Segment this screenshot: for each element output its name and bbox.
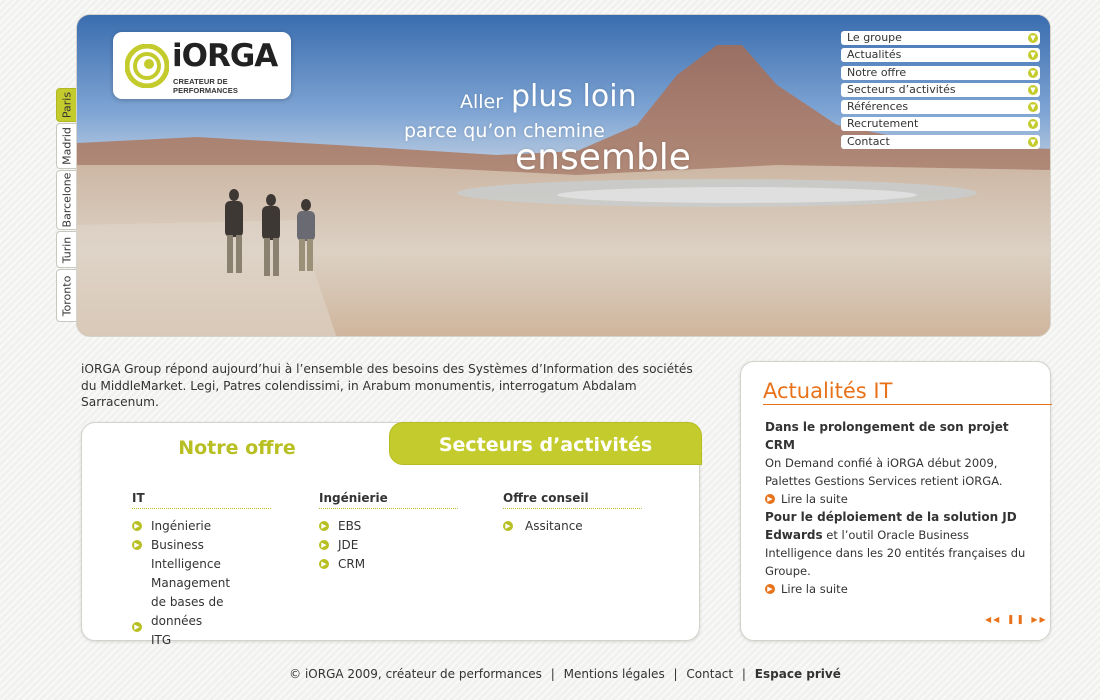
offer-link-label: JDE <box>338 538 359 552</box>
slogan-line3: ensemble <box>515 137 691 178</box>
next-icon[interactable]: ▶▶ <box>1031 615 1047 624</box>
pause-icon[interactable]: ❚❚ <box>1007 615 1026 625</box>
footer-copyright: © iORGA 2009, créateur de performances <box>289 667 542 681</box>
read-more-label: Lire la suite <box>781 492 848 506</box>
arrow-right-icon: ▶ <box>765 494 775 504</box>
logo-tagline: CREATEUR DE PERFORMANCES <box>173 77 238 95</box>
offer-link-crm[interactable]: ▶ CRM <box>319 555 458 574</box>
intro-text: iORGA Group répond aujourd’hui à l’ensem… <box>81 362 693 409</box>
previous-icon[interactable]: ◀◀ <box>985 615 1001 624</box>
offer-link-bi[interactable]: ▶ Business Intelligence <box>132 536 271 574</box>
arrow-bullet-icon: ▶ <box>132 521 142 531</box>
nav-item-label: Actualités <box>847 48 902 62</box>
offer-link-label: EBS <box>338 519 362 533</box>
tab-notre-offre[interactable]: Notre offre <box>82 423 392 466</box>
offer-link-label: ITG <box>151 633 172 647</box>
news-item: Pour le déploiement de la solution JD Ed… <box>765 508 1035 598</box>
column-title: Ingénierie <box>319 491 458 509</box>
city-tab-label: Madrid <box>60 127 73 165</box>
city-tab-madrid[interactable]: Madrid <box>56 123 76 169</box>
news-item: Dans le prolongement de son projet CRM O… <box>765 418 1035 508</box>
read-more-label: Lire la suite <box>781 582 848 596</box>
nav-item-actualites[interactable]: Actualités ▼ <box>841 48 1040 63</box>
main-nav: Le groupe ▼ Actualités ▼ Notre offre ▼ Sect… <box>841 31 1040 152</box>
arrow-bullet-icon: ▶ <box>319 540 329 550</box>
arrow-bullet-icon: ▶ <box>503 521 513 531</box>
footer-separator: | <box>550 667 555 681</box>
offer-link-management[interactable]: ▶ Management de bases de données <box>132 574 271 632</box>
nav-item-label: Notre offre <box>847 65 907 79</box>
offer-link-assistance[interactable]: ▶ Assitance <box>503 517 642 536</box>
city-tab-paris[interactable]: Paris <box>56 88 76 122</box>
tab-secteurs-activites[interactable]: Secteurs d’activités <box>389 422 702 465</box>
nav-item-references[interactable]: Références ▼ <box>841 100 1040 115</box>
footer-link-legal[interactable]: Mentions légales <box>564 667 665 681</box>
city-tab-label: Turin <box>60 236 73 263</box>
nav-item-label: Recrutement <box>847 117 919 131</box>
column-title: IT <box>132 491 271 509</box>
footer: © iORGA 2009, créateur de performances |… <box>0 667 1100 681</box>
offer-link-jde[interactable]: ▶ JDE <box>319 536 458 555</box>
offer-link-label: Ingénierie <box>151 519 212 533</box>
footer-link-contact[interactable]: Contact <box>686 667 733 681</box>
arrow-right-icon: ▶ <box>765 584 775 594</box>
offer-link-label: Assitance <box>525 519 583 533</box>
city-tab-label: Paris <box>60 91 73 119</box>
offer-link-ebs[interactable]: ▶ EBS <box>319 517 458 536</box>
logo-name: iORGA <box>172 38 278 74</box>
logo[interactable]: iORGA CREATEUR DE PERFORMANCES <box>113 32 291 99</box>
offer-link-label: CRM <box>338 557 366 571</box>
read-more-link[interactable]: ▶ Lire la suite <box>765 580 1035 598</box>
slogan-line1a: Aller <box>460 91 504 113</box>
offer-panel: Notre offre Secteurs d’activités IT ▶ Ing… <box>81 422 702 647</box>
footer-separator: | <box>673 667 678 681</box>
news-headline[interactable]: Dans le prolongement de son projet CRM <box>765 420 1009 452</box>
offer-column-ingenierie: Ingénierie ▶ EBS ▶ JDE ▶ CRM <box>319 491 458 574</box>
slogan-line1b: plus loin <box>511 79 637 114</box>
city-tab-turin[interactable]: Turin <box>56 231 76 268</box>
offer-link-itg[interactable]: ITG <box>132 631 271 650</box>
arrow-bullet-icon: ▶ <box>319 559 329 569</box>
nav-item-label: Références <box>847 100 909 114</box>
nav-item-recrutement[interactable]: Recrutement ▼ <box>841 117 1040 132</box>
nav-item-le-groupe[interactable]: Le groupe ▼ <box>841 31 1040 45</box>
offer-link-label: Management de bases de données <box>151 576 231 628</box>
chevron-down-icon: ▼ <box>1028 33 1038 43</box>
city-tabs: Paris Madrid Barcelone Turin Toronto <box>56 88 76 323</box>
news-body: On Demand confié à iORGA début 2009, Pal… <box>765 456 1003 488</box>
chevron-down-icon: ▼ <box>1028 50 1038 61</box>
offer-column-conseil: Offre conseil ▶ Assitance <box>503 491 642 536</box>
column-title: Offre conseil <box>503 491 642 509</box>
chevron-down-icon: ▼ <box>1028 102 1038 113</box>
nav-item-label: Le groupe <box>847 31 902 44</box>
footer-link-private[interactable]: Espace privé <box>755 667 841 681</box>
news-panel: Actualités IT Dans le prolongement de so… <box>740 361 1052 641</box>
arrow-bullet-icon: ▶ <box>319 521 329 531</box>
chevron-down-icon: ▼ <box>1028 119 1038 130</box>
nav-item-contact[interactable]: Contact ▼ <box>841 134 1040 149</box>
news-pager: ◀◀ ❚❚ ▶▶ <box>985 612 1048 625</box>
offer-link-label: Business Intelligence <box>151 538 221 571</box>
nav-item-secteurs[interactable]: Secteurs d’activités ▼ <box>841 82 1040 97</box>
nav-item-label: Contact <box>847 134 890 148</box>
arrow-bullet-icon: ▶ <box>132 540 142 550</box>
nav-item-label: Secteurs d’activités <box>847 82 956 96</box>
chevron-down-icon: ▼ <box>1028 67 1038 78</box>
offer-column-it: IT ▶ Ingénierie ▶ Business Intelligence ▶ M… <box>132 491 271 650</box>
read-more-link[interactable]: ▶ Lire la suite <box>765 490 1035 508</box>
nav-item-notre-offre[interactable]: Notre offre ▼ <box>841 65 1040 80</box>
chevron-down-icon: ▼ <box>1028 136 1038 147</box>
logo-swirl-icon <box>125 44 169 88</box>
footer-separator: | <box>741 667 746 681</box>
city-tab-label: Barcelone <box>60 172 73 228</box>
chevron-down-icon: ▼ <box>1028 84 1038 95</box>
news-title: Actualités IT <box>763 378 1052 405</box>
city-tab-label: Toronto <box>60 275 73 316</box>
city-tab-toronto[interactable]: Toronto <box>56 269 76 322</box>
offer-link-ingenierie[interactable]: ▶ Ingénierie <box>132 517 271 536</box>
city-tab-barcelone[interactable]: Barcelone <box>56 170 76 230</box>
